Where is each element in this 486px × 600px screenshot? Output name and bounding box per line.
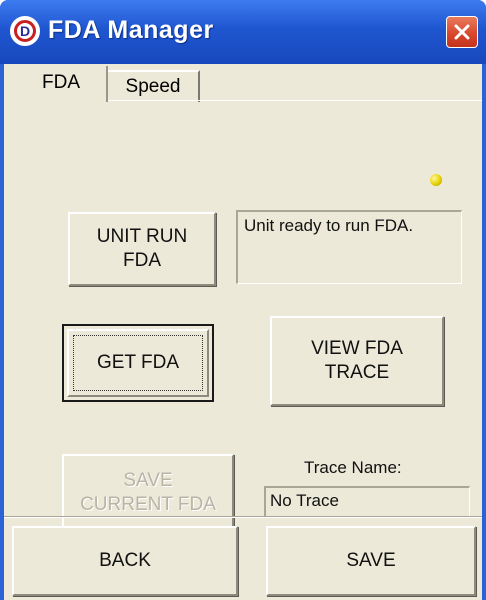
tab-divider bbox=[108, 100, 482, 101]
tab-fda[interactable]: FDA bbox=[16, 66, 108, 102]
trace-name-label: Trace Name: bbox=[304, 458, 402, 477]
window-title: FDA Manager bbox=[48, 16, 214, 44]
view-fda-trace-button[interactable]: VIEW FDA TRACE bbox=[270, 316, 444, 406]
status-message-box: Unit ready to run FDA. bbox=[236, 210, 462, 284]
get-fda-label: GET FDA bbox=[97, 352, 179, 373]
dialog-body: FDA Speed UNIT RUN FDA Unit ready to run… bbox=[4, 64, 482, 600]
close-icon bbox=[454, 24, 470, 40]
footer-separator bbox=[4, 516, 482, 518]
title-bar[interactable]: D FDA Manager bbox=[0, 0, 486, 64]
fda-manager-window: D FDA Manager FDA Speed UNIT RUN FDA Uni… bbox=[0, 0, 486, 600]
app-logo-icon: D bbox=[10, 16, 40, 46]
status-indicator-light bbox=[430, 174, 442, 186]
close-button[interactable] bbox=[446, 16, 478, 48]
app-logo-letter: D bbox=[14, 20, 36, 42]
back-button[interactable]: BACK bbox=[12, 526, 238, 596]
tab-speed[interactable]: Speed bbox=[108, 70, 200, 102]
trace-name-field: No Trace bbox=[264, 486, 470, 518]
get-fda-button[interactable]: GET FDA bbox=[62, 324, 214, 402]
save-current-fda-button: SAVE CURRENT FDA bbox=[62, 454, 234, 532]
save-button[interactable]: SAVE bbox=[266, 526, 476, 596]
unit-run-fda-button[interactable]: UNIT RUN FDA bbox=[68, 212, 216, 286]
